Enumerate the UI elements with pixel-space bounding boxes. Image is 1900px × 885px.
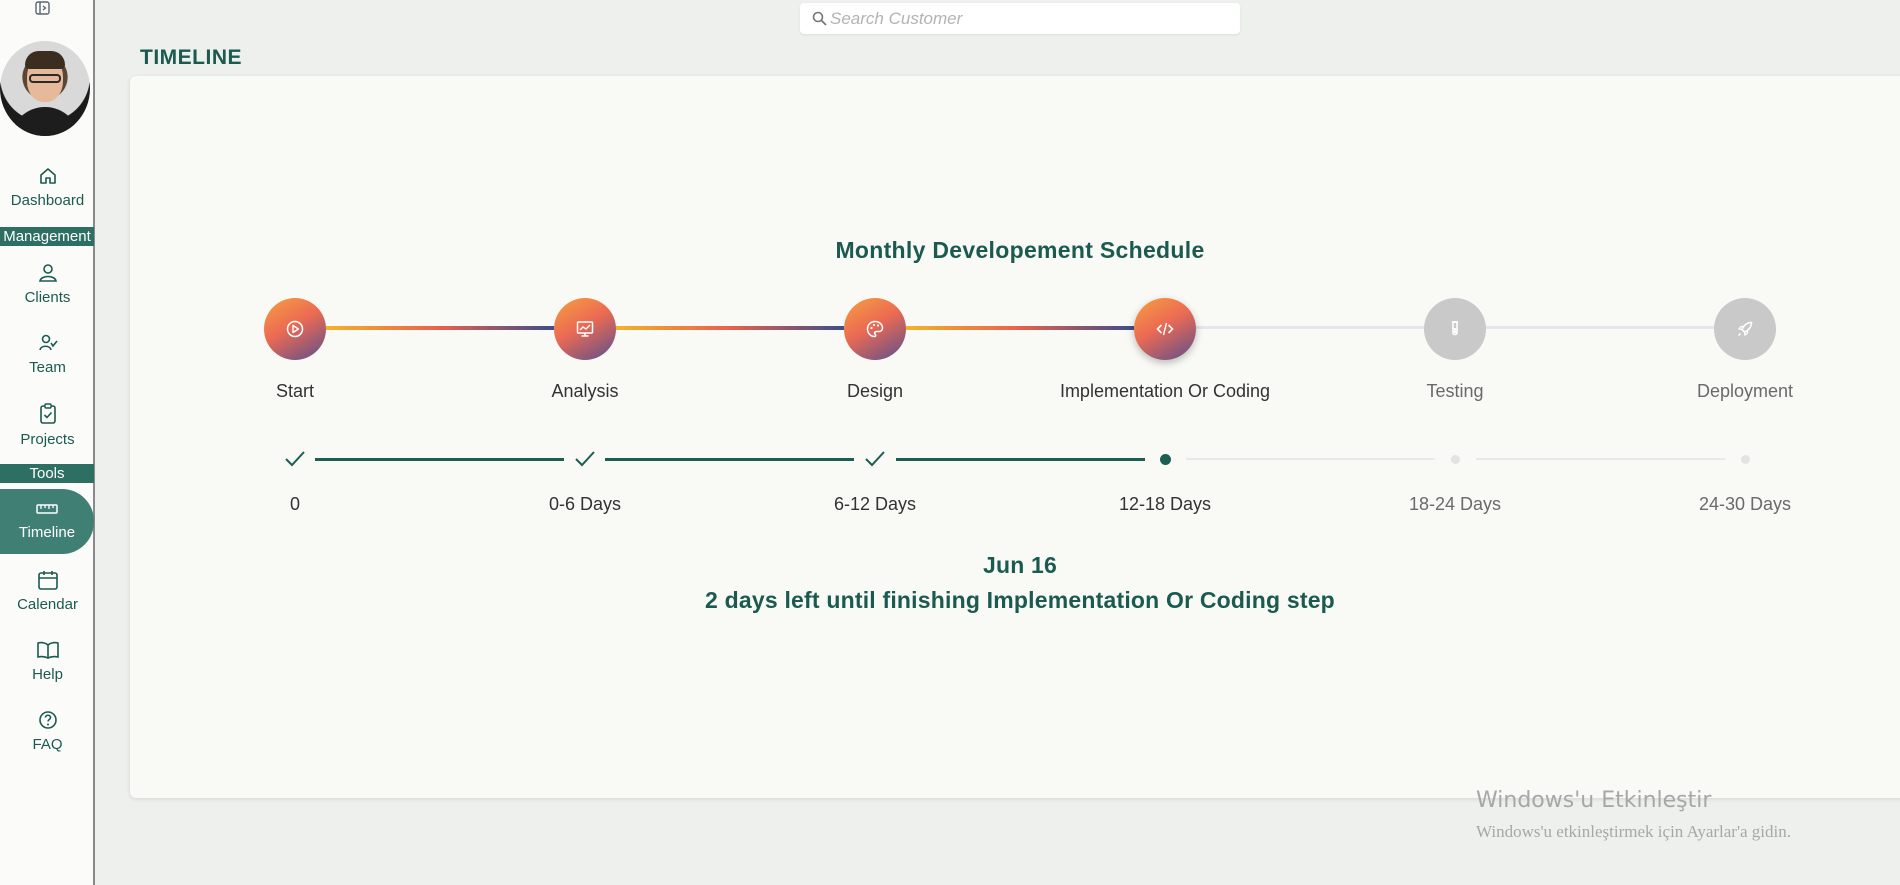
step-label: Implementation Or Coding <box>1059 381 1271 401</box>
range-label: 0-6 Days <box>548 494 622 514</box>
current-date: Jun 16 <box>982 552 1058 578</box>
step-label: Testing <box>1426 381 1484 401</box>
activation-watermark-title: Windows'u Etkinleştir <box>1476 788 1712 813</box>
step-label: Start <box>275 381 314 401</box>
sidebar-item-clients[interactable]: Clients <box>0 263 95 323</box>
sidebar-item-label: Help <box>32 666 63 683</box>
range-label: 12-18 Days <box>1118 494 1212 514</box>
sidebar-item-help[interactable]: Help <box>0 640 95 700</box>
activation-watermark-subtitle: Windows'u etkinleştirmek için Ayarlar'a … <box>1476 822 1792 841</box>
status-message: 2 days left until finishing Implementati… <box>705 587 1335 613</box>
rocket-icon <box>1737 321 1753 337</box>
range-label: 0 <box>289 494 300 514</box>
progress-segment <box>1186 458 1435 460</box>
sidebar: Dashboard Management Clients Team Projec… <box>0 0 95 885</box>
play-icon <box>286 320 304 338</box>
search-bar[interactable] <box>800 3 1240 34</box>
step-implementation[interactable] <box>1134 298 1196 360</box>
step-label: Deployment <box>1696 381 1794 401</box>
step-connector <box>1486 326 1714 329</box>
book-icon <box>36 641 59 659</box>
code-icon <box>1156 322 1174 336</box>
step-connector <box>616 326 844 330</box>
step-connector <box>326 326 554 330</box>
step-connector <box>1196 326 1424 329</box>
search-input[interactable] <box>830 8 1230 30</box>
sidebar-item-faq[interactable]: FAQ <box>0 710 95 770</box>
progress-segment <box>896 458 1145 461</box>
clipboard-icon <box>39 403 56 424</box>
palette-icon <box>866 320 884 338</box>
pending-progress-dot <box>1451 455 1460 464</box>
progress-segment <box>315 458 564 461</box>
sidebar-item-team[interactable]: Team <box>0 333 95 393</box>
sidebar-item-dashboard[interactable]: Dashboard <box>0 166 95 226</box>
check-icon <box>865 451 885 467</box>
check-icon <box>285 451 305 467</box>
timeline-card <box>130 76 1900 798</box>
step-testing[interactable] <box>1424 298 1486 360</box>
avatar[interactable] <box>0 41 90 136</box>
sidebar-item-label: Projects <box>20 431 75 448</box>
sidebar-toggle-icon[interactable] <box>35 0 50 15</box>
ruler-icon <box>36 504 58 514</box>
sidebar-item-label: Timeline <box>18 524 76 541</box>
section-label-tools: Tools <box>0 464 94 483</box>
page-title: TIMELINE <box>140 46 242 69</box>
step-deployment[interactable] <box>1714 298 1776 360</box>
check-icon <box>575 451 595 467</box>
sidebar-item-label: Clients <box>24 289 71 306</box>
sidebar-item-label: FAQ <box>32 736 63 753</box>
pending-progress-dot <box>1741 455 1750 464</box>
search-icon <box>812 11 827 26</box>
sidebar-item-projects[interactable]: Projects <box>0 403 95 463</box>
step-design[interactable] <box>844 298 906 360</box>
step-analysis[interactable] <box>554 298 616 360</box>
step-connector <box>906 326 1134 330</box>
progress-segment <box>1476 458 1725 460</box>
schedule-title: Monthly Developement Schedule <box>835 237 1205 263</box>
step-start[interactable] <box>264 298 326 360</box>
step-label: Design <box>846 381 904 401</box>
question-icon <box>38 711 57 729</box>
range-label: 18-24 Days <box>1408 494 1502 514</box>
current-progress-dot <box>1160 454 1171 465</box>
range-label: 24-30 Days <box>1698 494 1792 514</box>
home-icon <box>39 168 56 184</box>
sidebar-item-label: Dashboard <box>10 192 85 209</box>
range-label: 6-12 Days <box>833 494 917 514</box>
users-icon <box>38 264 57 282</box>
progress-segment <box>605 458 854 461</box>
sidebar-item-timeline[interactable]: Timeline <box>0 489 94 554</box>
team-icon <box>38 334 58 351</box>
step-label: Analysis <box>551 381 619 401</box>
sidebar-item-label: Team <box>29 359 66 376</box>
test-tube-icon <box>1452 321 1458 336</box>
monitor-chart-icon <box>576 321 594 337</box>
